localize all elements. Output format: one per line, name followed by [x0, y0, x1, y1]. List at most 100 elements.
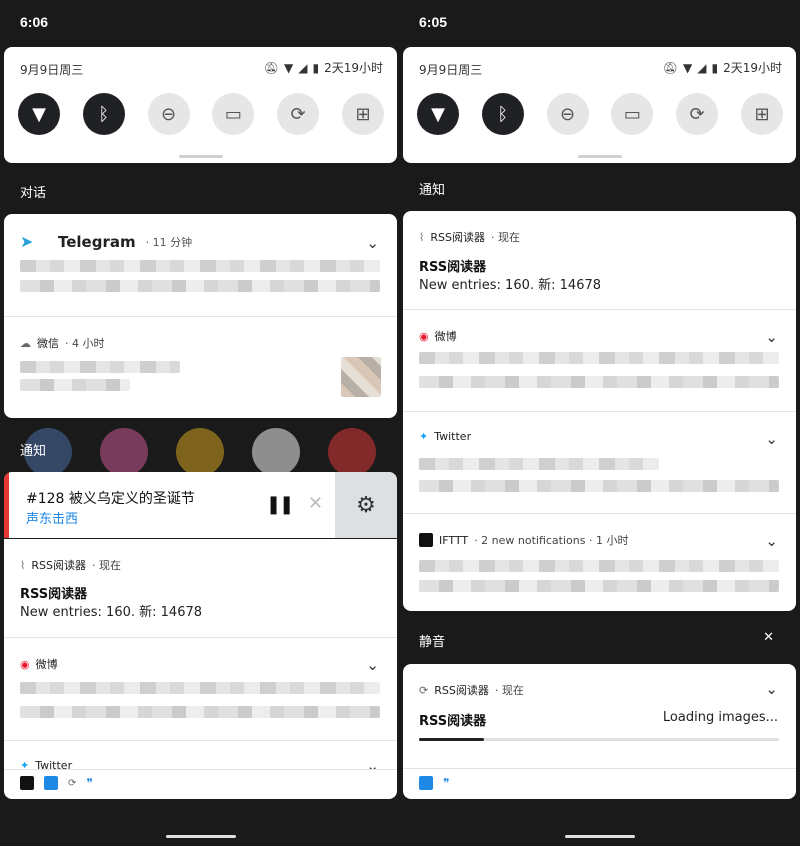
message-blur — [20, 379, 130, 391]
bluetooth-icon: ᛒ — [98, 103, 110, 125]
rss-body: New entries: 160. 新: 14678 — [419, 278, 602, 293]
flashlight-tile[interactable]: ▭ — [212, 93, 255, 135]
rss-app-name: RSS阅读器 — [434, 684, 489, 697]
gear-icon[interactable]: ⚙ — [335, 472, 397, 538]
overflow-icons: ⟳ ❞ — [20, 776, 93, 790]
background-app-icon — [176, 428, 224, 476]
rotate-tile[interactable]: ⟳ — [676, 93, 719, 135]
message-blur — [20, 260, 380, 272]
quick-settings-panel: 9月9日周三 🔕︎ ▼ ◢ ▮ 2天19小时 ▼ ᛒ ⊖ ▭ ⟳ ⊞ — [403, 47, 796, 163]
bluetooth-tile[interactable]: ᛒ — [82, 93, 125, 135]
chevron-down-icon[interactable]: ⌄ — [765, 328, 778, 346]
twitter-app-name: Twitter — [434, 430, 472, 443]
qs-status-icons: 🔕︎ ▼ ◢ ▮ 2天19小时 — [264, 59, 383, 76]
rss-loading-notification[interactable]: ⟳ RSS阅读器 · 现在 ⌄ RSS阅读器 Loading images... — [403, 664, 796, 768]
silent-close-icon[interactable]: ✕ — [763, 630, 774, 645]
rss-title: RSS阅读器 — [419, 714, 487, 729]
do-not-disturb-icon: ⊖ — [161, 103, 177, 125]
media-subtitle: 声东击西 — [26, 512, 79, 527]
battery-remaining: 2天19小时 — [324, 61, 383, 75]
notification-card: ⌇ RSS阅读器 · 现在 RSS阅读器 New entries: 160. 新… — [403, 211, 796, 611]
battery-saver-tile[interactable]: ⊞ — [740, 93, 783, 135]
telegram-notification[interactable]: ➤ Telegram · 11 分钟 ⌄ — [4, 214, 397, 316]
right-screenshot: 6:05 9月9日周三 🔕︎ ▼ ◢ ▮ 2天19小时 ▼ ᛒ ⊖ ▭ ⟳ ⊞ … — [399, 0, 800, 846]
status-time: 6:06 — [20, 14, 49, 30]
wifi-tile[interactable]: ▼ — [18, 93, 60, 135]
conversation-card: ➤ Telegram · 11 分钟 ⌄ ☁ 微信 · 4 小时 — [4, 214, 397, 418]
rss-meta: · 现在 — [490, 231, 520, 244]
twitter-notification[interactable]: ✦ Twitter ⌄ — [4, 741, 397, 769]
weibo-notification[interactable]: ◉ 微博 ⌄ — [403, 310, 796, 411]
rss-title: RSS阅读器 — [20, 587, 88, 602]
twitter-notification[interactable]: ✦ Twitter ⌄ — [403, 412, 796, 513]
telegram-app-name: Telegram — [58, 232, 136, 251]
bell-off-icon: 🔕︎ — [662, 60, 679, 75]
weibo-app-name: 微博 — [35, 658, 58, 671]
pause-icon[interactable]: ❚❚ — [266, 494, 294, 515]
wechat-meta: · 4 小时 — [65, 337, 105, 350]
rss-icon: ⌇ — [20, 558, 26, 572]
rotate-tile[interactable]: ⟳ — [277, 93, 320, 135]
chevron-down-icon[interactable]: ⌄ — [366, 234, 379, 252]
weibo-notification[interactable]: ◉ 微博 ⌄ — [4, 638, 397, 740]
wechat-notification[interactable]: ☁ 微信 · 4 小时 — [4, 317, 397, 418]
loading-progress — [419, 738, 779, 741]
flashlight-icon: ▭ — [623, 103, 641, 125]
chevron-down-icon[interactable]: ⌄ — [765, 532, 778, 550]
chevron-down-icon[interactable]: ⌄ — [765, 680, 778, 698]
bell-off-icon: 🔕︎ — [263, 60, 280, 75]
close-icon[interactable]: ✕ — [308, 493, 323, 514]
chevron-down-icon[interactable]: ⌄ — [765, 430, 778, 448]
chevron-down-icon[interactable]: ⌄ — [366, 757, 379, 769]
wifi-signal-icon: ▼ — [683, 60, 693, 75]
section-notifications: 通知 — [419, 183, 446, 198]
gesture-nav-bar[interactable] — [165, 835, 236, 838]
weibo-app-name: 微博 — [434, 330, 457, 343]
media-notification[interactable]: #128 被义乌定义的圣诞节 声东击西 ❚❚ ✕ ⚙ — [4, 472, 397, 538]
left-screenshot: 6:06 9月9日周三 🔕︎ ▼ ◢ ▮ 2天19小时 ▼ ᛒ ⊖ ▭ ⟳ ⊞ … — [0, 0, 401, 846]
loading-status: Loading images... — [662, 710, 778, 725]
image-thumbnail — [341, 357, 381, 397]
weibo-icon: ◉ — [419, 329, 429, 343]
twitter-icon: ✦ — [20, 759, 30, 769]
dnd-tile[interactable]: ⊖ — [147, 93, 190, 135]
rss-notification[interactable]: ⌇ RSS阅读器 · 现在 RSS阅读器 New entries: 160. 新… — [4, 539, 397, 637]
background-app-icon — [252, 428, 300, 476]
rss-meta: · 现在 — [494, 684, 524, 697]
telegram-icon: ➤ — [20, 232, 34, 251]
twitter-app-name: Twitter — [35, 759, 73, 769]
bluetooth-tile[interactable]: ᛒ — [481, 93, 524, 135]
overflow-icons: ❞ — [419, 776, 449, 790]
qs-drag-handle[interactable] — [577, 155, 622, 158]
twitter-icon: ✦ — [419, 430, 429, 443]
ifttt-meta: · 2 new notifications · 1 小时 — [474, 534, 629, 547]
battery-remaining: 2天19小时 — [723, 61, 782, 75]
dnd-tile[interactable]: ⊖ — [546, 93, 589, 135]
qs-date: 9月9日周三 — [20, 63, 84, 77]
media-accent-bar — [4, 472, 9, 538]
qs-status-icons: 🔕︎ ▼ ◢ ▮ 2天19小时 — [663, 59, 782, 76]
bluetooth-icon: ᛒ — [497, 103, 509, 125]
message-blur — [20, 706, 380, 718]
do-not-disturb-icon: ⊖ — [560, 103, 576, 125]
wifi-tile[interactable]: ▼ — [417, 93, 459, 135]
telegram-meta: · 11 分钟 — [145, 235, 193, 249]
quote-icon: ❞ — [86, 776, 93, 790]
section-notifications: 通知 — [20, 444, 47, 459]
qs-drag-handle[interactable] — [178, 155, 223, 158]
sync-icon: ⟳ — [68, 777, 77, 789]
ifttt-notification[interactable]: IFTTT · 2 new notifications · 1 小时 ⌄ — [403, 514, 796, 611]
battery-saver-tile[interactable]: ⊞ — [341, 93, 384, 135]
rss-notification[interactable]: ⌇ RSS阅读器 · 现在 RSS阅读器 New entries: 160. 新… — [403, 211, 796, 309]
ifttt-icon — [20, 776, 34, 790]
wechat-app-name: 微信 — [37, 337, 59, 350]
flashlight-icon: ▭ — [224, 103, 242, 125]
message-blur — [419, 352, 779, 364]
app-icon — [419, 776, 433, 790]
battery-icon: ▮ — [312, 60, 320, 75]
media-title: #128 被义乌定义的圣诞节 — [26, 491, 195, 507]
divider — [4, 769, 397, 770]
chevron-down-icon[interactable]: ⌄ — [366, 656, 379, 674]
flashlight-tile[interactable]: ▭ — [611, 93, 654, 135]
gesture-nav-bar[interactable] — [564, 835, 635, 838]
